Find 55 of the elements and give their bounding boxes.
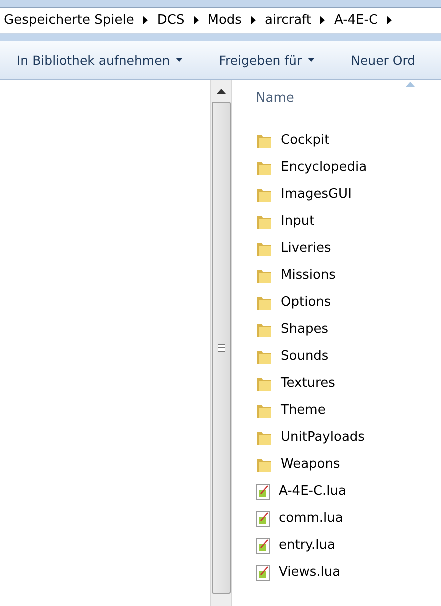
folder-icon: [256, 322, 272, 338]
document-icon: [256, 510, 270, 526]
folder-item[interactable]: Encyclopedia: [256, 154, 441, 181]
toolbar-button[interactable]: In Bibliothek aufnehmen: [10, 48, 190, 72]
folder-item[interactable]: Cockpit: [256, 127, 441, 154]
document-icon: [256, 538, 270, 554]
folder-icon: [256, 376, 272, 392]
folder-item[interactable]: Missions: [256, 262, 441, 289]
breadcrumb-item[interactable]: A-4E-C: [334, 13, 378, 28]
breadcrumb-item[interactable]: aircraft: [264, 13, 312, 28]
folder-item[interactable]: ImagesGUI: [256, 181, 441, 208]
breadcrumb-item[interactable]: Mods: [208, 13, 242, 28]
scroll-thumb[interactable]: [212, 102, 230, 594]
breadcrumb-item[interactable]: DCS: [157, 13, 185, 28]
caret-icon: [308, 58, 316, 62]
folder-icon: [256, 132, 272, 148]
folder-item[interactable]: Textures: [256, 370, 441, 397]
chevron-icon[interactable]: [194, 16, 199, 25]
scrollbar[interactable]: [210, 80, 232, 606]
folder-icon: [256, 268, 272, 284]
folder-icon: [256, 214, 272, 230]
toolbar-button[interactable]: Freigeben für: [212, 48, 322, 72]
toolbar-button[interactable]: Neuer Ord: [344, 48, 423, 72]
folder-item[interactable]: Shapes: [256, 316, 441, 343]
folder-icon: [256, 430, 272, 446]
chevron-icon[interactable]: [143, 16, 148, 25]
folder-icon: [256, 456, 272, 472]
file-item[interactable]: entry.lua: [256, 532, 441, 559]
folder-item[interactable]: Sounds: [256, 343, 441, 370]
folder-icon: [256, 294, 272, 310]
chevron-icon[interactable]: [387, 16, 392, 25]
folder-icon: [256, 402, 272, 418]
document-icon: [256, 484, 270, 500]
chevron-icon[interactable]: [250, 16, 256, 25]
name-column-header[interactable]: Name: [256, 80, 441, 109]
folder-icon: [256, 186, 272, 202]
file-item[interactable]: comm.lua: [256, 505, 441, 532]
folder-item[interactable]: Liveries: [256, 235, 441, 262]
file-item[interactable]: A-4E-C.lua: [256, 478, 441, 505]
folder-icon: [256, 160, 272, 176]
document-icon: [256, 564, 270, 580]
folder-icon: [256, 348, 272, 364]
folder-item[interactable]: Input: [256, 208, 441, 235]
folder-icon: [256, 240, 272, 256]
folder-item[interactable]: Weapons: [256, 451, 441, 478]
folder-item[interactable]: Theme: [256, 397, 441, 424]
folder-item[interactable]: Options: [256, 289, 441, 316]
sort-arrow-icon: [406, 82, 415, 87]
scroll-up-icon[interactable]: [216, 89, 226, 94]
breadcrumb-item[interactable]: Gespeicherte Spiele: [4, 13, 134, 28]
chevron-icon[interactable]: [320, 16, 326, 25]
folder-item[interactable]: UnitPayloads: [256, 424, 441, 451]
file-item[interactable]: Views.lua: [256, 559, 441, 586]
caret-icon: [176, 58, 184, 62]
address-bar[interactable]: Gespeicherte Spiele DCS Mods aircraft A-4E-C: [0, 7, 441, 34]
